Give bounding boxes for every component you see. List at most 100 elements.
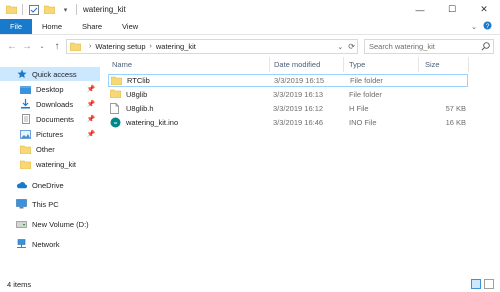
file-date: 3/3/2019 16:15	[274, 76, 325, 85]
close-button[interactable]: ✕	[468, 0, 500, 19]
nav-item-label: Pictures	[36, 129, 64, 139]
address-bar[interactable]: › Watering setup › watering_kit ⌄ ⟳	[66, 39, 358, 54]
pin-icon[interactable]: 📌	[87, 99, 96, 109]
nav-item-label: New Volume (D:)	[32, 219, 89, 229]
breadcrumb-separator-icon[interactable]: ›	[150, 43, 152, 50]
file-type: H File	[349, 104, 369, 113]
pin-icon[interactable]: 📌	[87, 114, 96, 124]
nav-item-other[interactable]: Other	[20, 142, 55, 156]
file-date: 3/3/2019 16:13	[273, 90, 324, 99]
recent-locations-chevron-icon[interactable]: ⌄	[36, 39, 48, 53]
minimize-button[interactable]: —	[404, 0, 436, 19]
nav-item-new-volume[interactable]: New Volume (D:)	[16, 217, 89, 231]
table-row[interactable]: RTClib 3/3/2019 16:15 File folder	[108, 74, 468, 87]
pin-icon[interactable]: 📌	[87, 84, 96, 94]
file-name: U8glib	[126, 90, 148, 99]
file-icon	[110, 103, 121, 114]
file-name: RTClib	[127, 76, 150, 85]
search-input[interactable]: Search watering_kit	[364, 39, 494, 54]
nav-item-documents[interactable]: Documents	[20, 112, 74, 126]
nav-item-watering-kit[interactable]: watering_kit	[20, 157, 76, 171]
nav-item-label: Network	[32, 239, 60, 249]
large-icons-view-button[interactable]	[484, 279, 494, 289]
details-view-button[interactable]	[471, 279, 481, 289]
nav-item-label: Other	[36, 144, 55, 154]
arduino-icon: ∞	[110, 117, 121, 128]
column-divider[interactable]	[343, 57, 344, 72]
nav-item-quick-access[interactable]: Quick access	[0, 67, 100, 81]
nav-item-label: This PC	[32, 199, 59, 209]
customize-chevron-icon[interactable]: ▾	[60, 4, 71, 15]
address-history-chevron-icon[interactable]: ⌄	[337, 43, 343, 51]
toolbar-divider	[22, 4, 23, 15]
nav-item-network[interactable]: Network	[16, 237, 60, 251]
nav-item-this-pc[interactable]: This PC	[16, 197, 59, 211]
maximize-button[interactable]: ☐	[436, 0, 468, 19]
quick-access-toolbar: ▾	[0, 0, 77, 19]
forward-arrow-icon[interactable]: →	[21, 39, 33, 53]
expand-ribbon-icon[interactable]: ⌄	[471, 23, 477, 31]
status-bar: 4 items	[0, 276, 500, 292]
nav-item-pictures[interactable]: Pictures	[20, 127, 63, 141]
nav-item-downloads[interactable]: Downloads	[20, 97, 73, 111]
navigation-pane: Quick access Desktop 📌 Downloads 📌 Docum…	[0, 63, 100, 273]
nav-item-label: OneDrive	[32, 180, 64, 190]
column-header-name[interactable]: Name	[112, 60, 132, 69]
nav-item-label: watering_kit	[36, 159, 77, 169]
drive-icon	[16, 219, 27, 229]
help-icon[interactable]: ?	[483, 21, 492, 32]
desktop-folder-icon	[20, 84, 31, 94]
nav-item-desktop[interactable]: Desktop	[20, 82, 64, 96]
column-header-size[interactable]: Size	[425, 60, 440, 69]
table-row[interactable]: U8glib 3/3/2019 16:13 File folder	[108, 88, 468, 101]
title-bar: ▾ watering_kit — ☐ ✕	[0, 0, 500, 19]
folder-icon	[109, 89, 122, 99]
table-row[interactable]: ∞ watering_kit.ino 3/3/2019 16:46 INO Fi…	[108, 116, 468, 129]
folder-icon	[70, 42, 81, 51]
properties-icon[interactable]	[28, 4, 39, 15]
file-list: Name Date modified Type Size RTClib 3/3/…	[100, 57, 500, 275]
breadcrumb-watering-kit[interactable]: watering_kit	[156, 42, 196, 51]
file-type: File folder	[349, 90, 382, 99]
pin-icon[interactable]: 📌	[87, 129, 96, 139]
refresh-icon[interactable]: ⟳	[348, 42, 355, 51]
breadcrumb-watering-setup[interactable]: Watering setup	[95, 42, 145, 51]
item-count: 4 items	[7, 280, 32, 289]
tab-home[interactable]: Home	[32, 19, 72, 34]
new-folder-icon[interactable]	[44, 4, 55, 15]
nav-item-onedrive[interactable]: OneDrive	[16, 178, 64, 192]
nav-item-label: Documents	[36, 114, 74, 124]
pictures-icon	[20, 129, 31, 139]
tab-share[interactable]: Share	[72, 19, 112, 34]
nav-item-label: Downloads	[36, 99, 74, 109]
tab-view[interactable]: View	[112, 19, 148, 34]
breadcrumb-separator-icon[interactable]: ›	[89, 43, 91, 50]
column-header-date-modified[interactable]: Date modified	[274, 60, 320, 69]
search-icon[interactable]	[481, 42, 490, 53]
tab-file[interactable]: File	[0, 19, 32, 34]
back-arrow-icon[interactable]: ←	[6, 39, 18, 53]
toolbar-divider	[76, 4, 77, 15]
navigation-buttons: ← → ⌄ ↑	[0, 39, 66, 53]
download-icon	[20, 99, 31, 109]
documents-icon	[20, 114, 31, 124]
file-size: 57 KB	[445, 104, 466, 113]
folder-icon[interactable]	[6, 4, 17, 15]
column-divider[interactable]	[418, 57, 419, 72]
column-divider[interactable]	[468, 57, 469, 72]
file-date: 3/3/2019 16:46	[273, 118, 324, 127]
file-name: U8glib.h	[126, 104, 154, 113]
file-name: watering_kit.ino	[126, 118, 179, 127]
nav-item-label: Quick access	[32, 69, 77, 79]
computer-icon	[16, 199, 27, 209]
column-header-type[interactable]: Type	[349, 60, 365, 69]
search-placeholder: Search watering_kit	[369, 42, 435, 51]
star-icon	[16, 69, 27, 79]
column-divider[interactable]	[269, 57, 270, 72]
folder-icon	[20, 159, 31, 169]
up-arrow-icon[interactable]: ↑	[51, 39, 63, 53]
table-row[interactable]: U8glib.h 3/3/2019 16:12 H File 57 KB	[108, 102, 468, 115]
nav-item-label: Desktop	[36, 84, 64, 94]
file-date: 3/3/2019 16:12	[273, 104, 324, 113]
svg-text:∞: ∞	[114, 121, 118, 127]
